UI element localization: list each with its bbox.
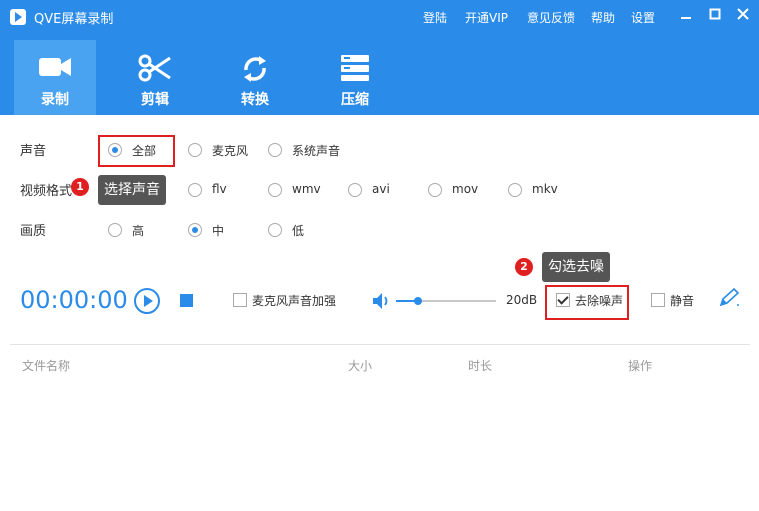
highlight-box-denoise (545, 285, 629, 320)
volume-slider[interactable] (396, 297, 496, 305)
maximize-icon[interactable] (705, 6, 725, 26)
mic-boost-checkbox[interactable] (233, 293, 247, 307)
mic-boost-label: 麦克风声音加强 (252, 294, 337, 308)
record-timer: 00:00:00 (20, 286, 128, 314)
volume-db-value: 20dB (506, 293, 538, 307)
column-size: 大小 (348, 359, 373, 373)
tab-convert-label: 转换 (241, 92, 269, 108)
menu-help[interactable]: 帮助 (591, 9, 615, 26)
column-actions: 操作 (628, 359, 653, 373)
radio-sound-system-label: 系统声音 (292, 144, 341, 158)
title-bar: QVE屏幕录制 登陆 开通VIP 意见反馈 帮助 设置 录制 剪辑 转换 压缩 (0, 0, 759, 115)
radio-format-mkv-label: mkv (532, 182, 558, 196)
radio-quality-medium[interactable] (188, 223, 202, 237)
radio-quality-high[interactable] (108, 223, 122, 237)
tooltip-check-denoise: 勾选去噪 (542, 252, 610, 282)
column-file-name: 文件名称 (22, 359, 71, 373)
play-icon[interactable] (134, 288, 160, 314)
radio-quality-medium-label: 中 (212, 224, 225, 238)
mute-label: 静音 (670, 294, 695, 308)
tab-edit[interactable]: 剪辑 (114, 40, 196, 115)
radio-sound-mic[interactable] (188, 143, 202, 157)
quality-label: 画质 (20, 224, 47, 239)
menu-settings[interactable]: 设置 (631, 9, 655, 26)
tab-record[interactable]: 录制 (14, 40, 96, 115)
tab-compress[interactable]: 压缩 (314, 40, 396, 115)
radio-format-wmv-label: wmv (292, 182, 321, 196)
radio-format-mov-label: mov (452, 182, 479, 196)
app-logo-icon (10, 9, 26, 25)
tab-convert[interactable]: 转换 (214, 40, 296, 115)
app-title: QVE屏幕录制 (34, 12, 114, 27)
radio-quality-low-label: 低 (292, 224, 305, 238)
format-label: 视频格式 (20, 184, 73, 199)
tab-edit-label: 剪辑 (141, 92, 169, 108)
radio-format-wmv[interactable] (268, 183, 282, 197)
radio-quality-low[interactable] (268, 223, 282, 237)
convert-arrows-icon (244, 56, 266, 82)
radio-format-avi-label: avi (372, 182, 390, 196)
mute-checkbox[interactable] (651, 293, 665, 307)
video-camera-icon (39, 58, 71, 76)
stop-icon[interactable] (180, 294, 193, 307)
pencil-icon[interactable] (718, 288, 740, 308)
radio-format-flv[interactable] (188, 183, 202, 197)
radio-format-mov[interactable] (428, 183, 442, 197)
menu-login[interactable]: 登陆 (423, 9, 447, 26)
tab-compress-label: 压缩 (341, 92, 369, 108)
table-divider (10, 344, 750, 345)
close-icon[interactable] (733, 6, 753, 26)
radio-format-mkv[interactable] (508, 183, 522, 197)
radio-sound-mic-label: 麦克风 (212, 144, 249, 158)
tooltip-select-sound: 选择声音 (98, 175, 166, 205)
tab-record-label: 录制 (41, 92, 69, 108)
highlight-box-sound (98, 135, 175, 167)
menu-vip[interactable]: 开通VIP (465, 9, 508, 26)
minimize-icon[interactable] (676, 6, 696, 26)
scissors-icon (138, 54, 171, 82)
compress-stack-icon (341, 55, 369, 81)
radio-quality-high-label: 高 (132, 224, 145, 238)
sound-label: 声音 (20, 144, 47, 159)
radio-format-avi[interactable] (348, 183, 362, 197)
tip-badge-2: 2 (515, 258, 533, 276)
volume-slider-knob[interactable] (414, 297, 422, 305)
radio-format-flv-label: flv (212, 182, 227, 196)
radio-sound-system[interactable] (268, 143, 282, 157)
column-duration: 时长 (468, 359, 493, 373)
tip-badge-1: 1 (71, 178, 89, 196)
menu-feedback[interactable]: 意见反馈 (527, 9, 575, 26)
volume-icon[interactable] (372, 292, 390, 310)
